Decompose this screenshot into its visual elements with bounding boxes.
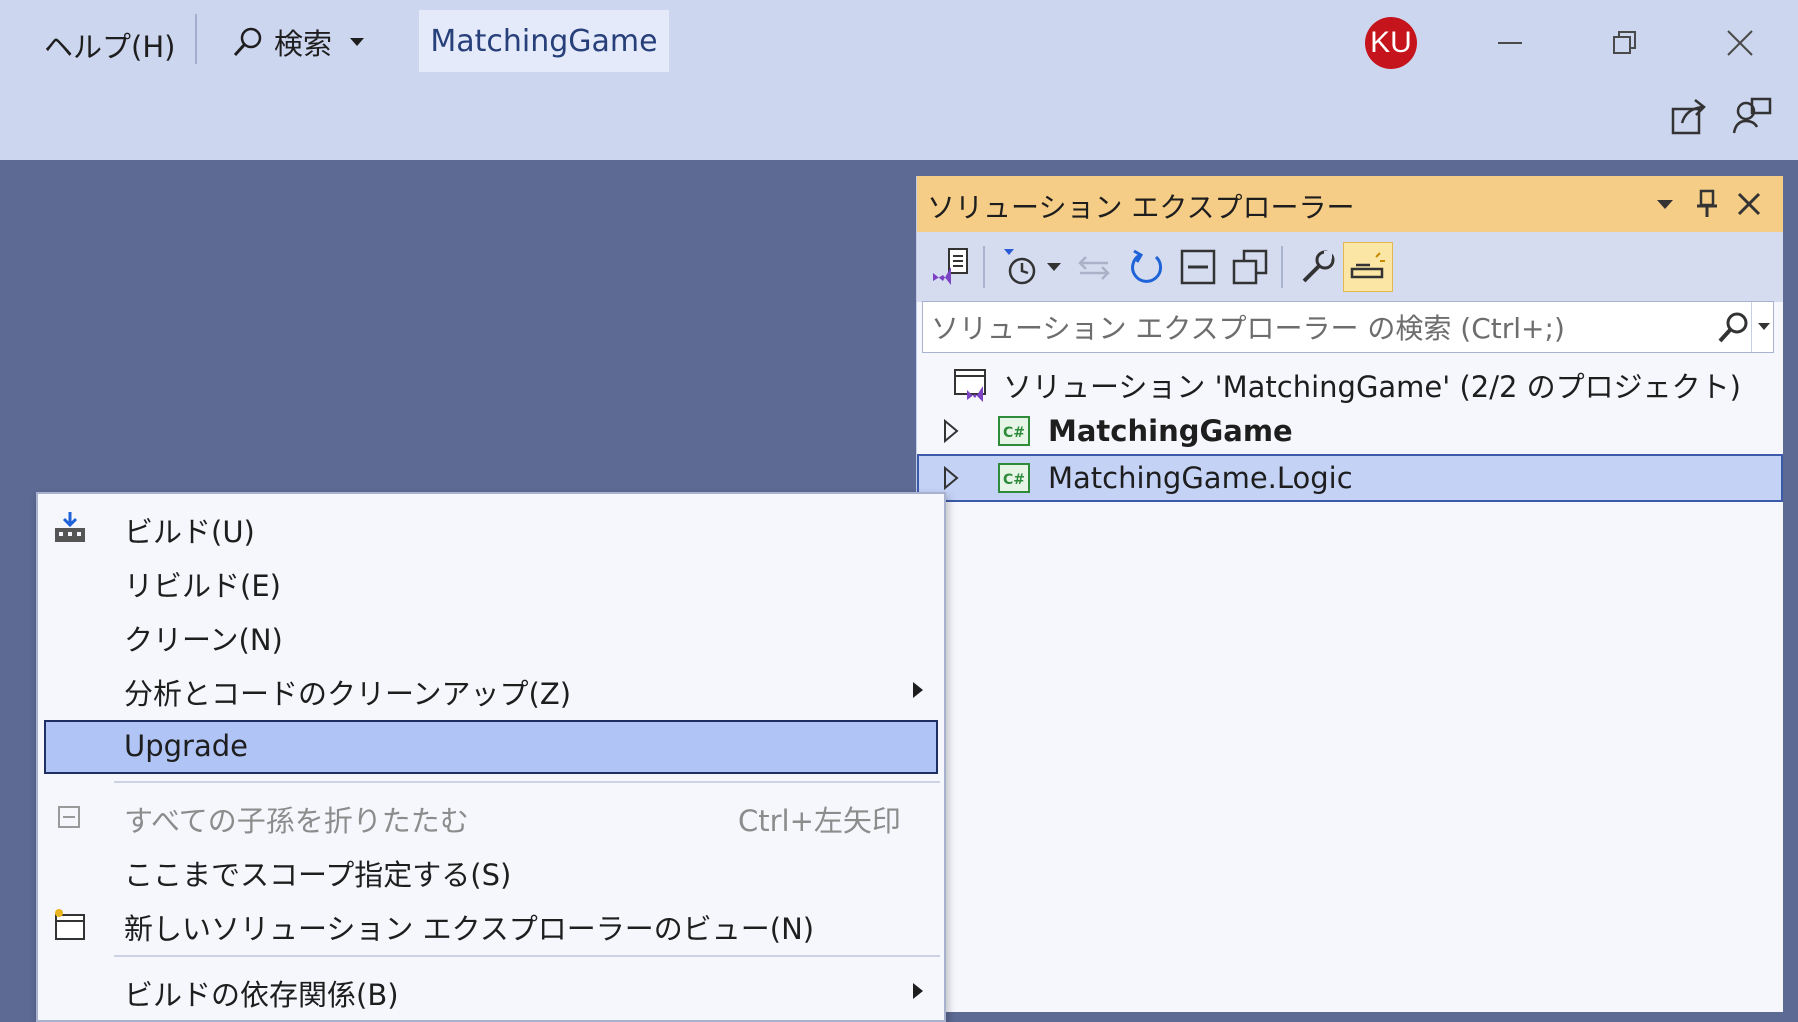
tree-item-label: MatchingGame [1048,414,1293,448]
show-all-files-button[interactable] [1225,242,1275,292]
tree-item-label: ソリューション 'MatchingGame' (2/2 のプロジェクト) [1003,370,1741,404]
clock-filter-icon [1004,249,1036,285]
menu-item-analyze-cleanup[interactable]: 分析とコードのクリーンアップ(Z) [38,662,944,716]
menu-item-upgrade[interactable]: Upgrade [44,720,938,774]
csharp-project-icon: C# [998,416,1030,446]
menu-item-shortcut: Ctrl+左矢印 [738,804,901,838]
solution-explorer-title: ソリューション エクスプローラー [927,191,1355,224]
solution-explorer: ソリューション エクスプローラー ソリューション エクスプローラー の検索 (C… [916,176,1783,1012]
menu-item-scope-to-this[interactable]: ここまでスコープ指定する(S) [38,843,944,897]
menu-item-label: 分析とコードのクリーンアップ(Z) [124,677,572,711]
avatar[interactable]: KU [1365,17,1417,69]
chevron-down-icon [1657,200,1673,209]
close-window-button[interactable] [1715,18,1765,68]
live-share-icon[interactable] [1730,95,1774,139]
title-bar: ヘルプ(H) 検索 MatchingGame KU [0,0,1798,160]
menu-item-label: Upgrade [124,729,248,763]
titlebar-divider [195,14,197,64]
vs-solution-view-icon [933,248,968,285]
build-icon [55,512,85,542]
chevron-down-icon [350,38,365,46]
pin-button[interactable] [1687,184,1727,224]
close-icon [1737,192,1761,216]
search-menu-button[interactable]: 検索 [232,22,365,62]
menu-item-label: ここまでスコープ指定する(S) [124,858,512,892]
sync-active-document-button[interactable] [1069,242,1119,292]
close-panel-button[interactable] [1729,184,1769,224]
collapse-icon [58,806,80,828]
toolbar-separator [1281,246,1283,288]
switch-views-button[interactable] [926,242,976,292]
menu-help[interactable]: ヘルプ(H) [44,24,175,66]
chevron-down-icon [1047,263,1061,271]
toolbar-separator [983,246,985,288]
window-position-dropdown[interactable] [1645,184,1685,224]
restore-button[interactable] [1600,18,1650,68]
new-view-icon [55,909,85,940]
tree-item-label: MatchingGame.Logic [1048,461,1353,495]
search-menu-label: 検索 [274,27,333,61]
preview-selected-items-button[interactable] [1343,242,1393,292]
solution-explorer-search-input[interactable] [929,308,1693,348]
menu-item-build[interactable]: ビルド(U) [38,500,944,554]
restore-icon [1613,31,1636,54]
close-icon [1727,30,1753,56]
csharp-project-icon: C# [998,463,1030,493]
svg-text:C#: C# [1003,425,1025,441]
menu-item-label: リビルド(E) [124,569,281,603]
expand-triangle-icon[interactable] [941,466,961,490]
menu-item-new-solution-explorer-view[interactable]: 新しいソリューション エクスプローラーのビュー(N) [38,897,944,951]
collapse-all-button[interactable] [1173,242,1223,292]
svg-text:C#: C# [1003,472,1025,488]
properties-button[interactable] [1293,242,1343,292]
menu-separator [114,955,940,957]
pending-changes-dropdown[interactable] [1041,242,1067,292]
search-options-dropdown[interactable] [1751,302,1776,352]
pending-changes-filter-button[interactable] [997,242,1047,292]
tree-item-project-selected[interactable]: C# MatchingGame.Logic [917,454,1783,502]
solution-icon [954,369,986,402]
menu-item-rebuild[interactable]: リビルド(E) [38,554,944,608]
submenu-arrow-icon [913,983,923,999]
pin-icon [1697,189,1717,217]
minimize-icon [1498,42,1522,44]
menu-item-label: クリーン(N) [124,623,283,657]
refresh-icon [1131,249,1163,283]
menu-item-collapse-descendants[interactable]: すべての子孫を折りたたむ Ctrl+左矢印 [38,789,944,843]
copy-documents-icon [1232,249,1268,285]
refresh-button[interactable] [1121,242,1171,292]
chevron-down-icon [1758,323,1770,330]
menu-item-label: ビルドの依存関係(B) [124,978,399,1012]
submenu-arrow-icon [913,682,923,698]
solution-explorer-header: ソリューション エクスプローラー [917,176,1783,232]
wrench-icon [1302,250,1335,283]
menu-item-label: ビルド(U) [124,515,255,549]
context-menu: ビルド(U) リビルド(E) クリーン(N) 分析とコードのクリーンアップ(Z)… [36,492,946,1022]
collapse-all-icon [1180,249,1216,285]
tree-item-solution[interactable]: ソリューション 'MatchingGame' (2/2 のプロジェクト) [917,362,1783,408]
search-icon [233,27,262,57]
menu-item-label: すべての子孫を折りたたむ [124,804,469,838]
search-icon[interactable] [1715,310,1751,346]
solution-explorer-toolbar [917,232,1783,302]
solution-explorer-search [922,301,1774,353]
menu-item-label: 新しいソリューション エクスプローラーのビュー(N) [124,912,815,946]
menu-item-clean[interactable]: クリーン(N) [38,608,944,662]
solution-title: MatchingGame [419,10,669,72]
menu-item-build-dependencies[interactable]: ビルドの依存関係(B) [38,963,944,1017]
menu-separator [114,781,940,783]
sync-arrows-icon [1078,256,1110,280]
minimize-button[interactable] [1485,18,1535,68]
tree-item-project[interactable]: C# MatchingGame [917,408,1783,454]
preview-icon [1350,252,1385,279]
expand-triangle-icon[interactable] [941,419,961,443]
share-icon[interactable] [1668,95,1712,139]
